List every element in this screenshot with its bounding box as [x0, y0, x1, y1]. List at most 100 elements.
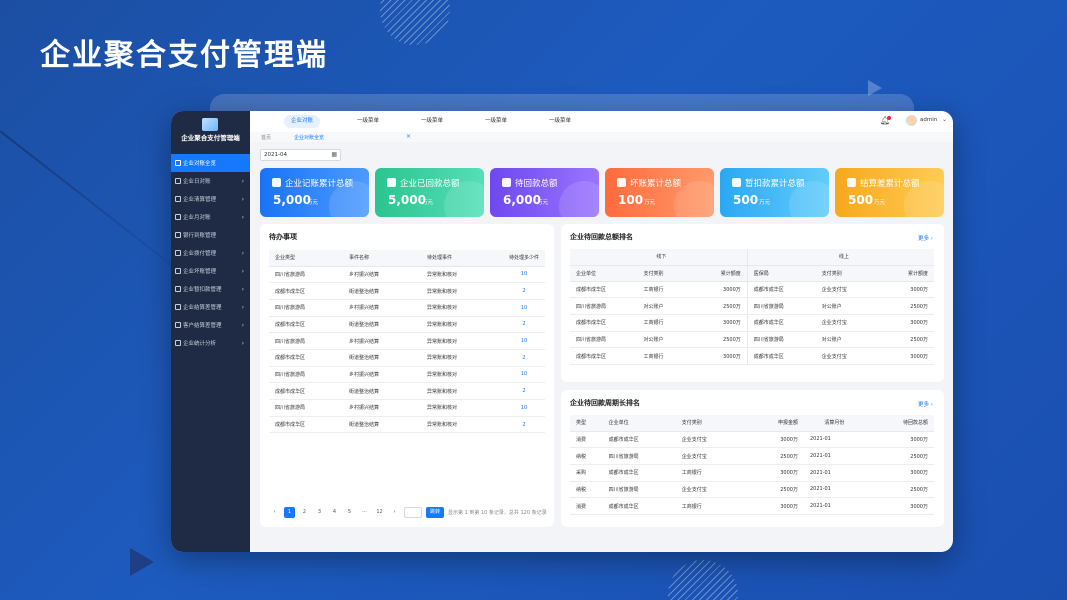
table-cell[interactable]: 10: [497, 299, 545, 317]
table-cell: 2021-01: [803, 497, 859, 515]
table-cell[interactable]: 10: [497, 332, 545, 350]
table-cell: 采购: [570, 464, 603, 482]
page-button[interactable]: 12: [374, 507, 385, 518]
table-cell: 异常账和核对: [421, 266, 497, 284]
sidebar-item-customer-diff[interactable]: 客户结算差管理 ›: [171, 316, 250, 334]
table-cell: 对公账户: [637, 297, 687, 315]
sidebar-item-withheld[interactable]: 企业暂扣款管理 ›: [171, 280, 250, 298]
table-cell: 企业支付宝: [815, 281, 874, 299]
next-page-button[interactable]: ›: [389, 507, 400, 518]
tab-menu-3[interactable]: 一级菜单: [478, 115, 514, 128]
table-cell: 乡村振兴结算: [343, 266, 421, 284]
table-cell: 异常账和核对: [421, 316, 497, 334]
table-cell[interactable]: 2: [497, 316, 545, 334]
prev-page-button[interactable]: ‹: [269, 507, 280, 518]
cycle-more-link[interactable]: 更多 ›: [918, 400, 933, 408]
table-cell: 2021-01: [803, 431, 859, 449]
user-name[interactable]: admin: [920, 117, 937, 123]
sidebar-item-monthly[interactable]: 企业月对账 ›: [171, 208, 250, 226]
stat-card-label: 坏账累计总额: [630, 179, 682, 189]
user-icon: [175, 322, 181, 328]
table-cell[interactable]: 10: [497, 366, 545, 384]
table-row: 成都市成华区 街道整治结算 异常账和核对 2: [269, 349, 545, 367]
sidebar-menu: 企业对账全览 企业日对账 › 企业清算管理 › 企业月对账 › 银行到账管理 企业拨付…: [171, 154, 250, 352]
table-row: 四川省旅游局 乡村振兴结算 异常账和核对 10: [269, 266, 545, 284]
table-cell[interactable]: 2: [497, 382, 545, 400]
sidebar-item-baddebt[interactable]: 企业坏账管理 ›: [171, 262, 250, 280]
ranking-more-link[interactable]: 更多 ›: [918, 234, 933, 242]
chevron-down-icon[interactable]: ⌄: [942, 116, 947, 123]
sidebar-item-stats[interactable]: 企业统计分析 ›: [171, 334, 250, 352]
table-cell[interactable]: 2: [497, 416, 545, 434]
table-cell: 乡村振兴结算: [343, 399, 421, 417]
sidebar-item-label: 企业拨付管理: [183, 251, 217, 257]
stat-card-value: 5,000: [273, 193, 311, 207]
table-cell: 企业支付宝: [675, 431, 739, 449]
sidebar-item-allocation[interactable]: 企业拨付管理 ›: [171, 244, 250, 262]
close-icon[interactable]: ×: [406, 133, 411, 140]
sidebar-item-bank[interactable]: 银行到账管理: [171, 226, 250, 244]
stat-card-received-total[interactable]: 企业已回款总额 5,000 万元: [375, 168, 484, 217]
breadcrumb-current[interactable]: 企业对账全览: [294, 134, 324, 141]
tab-menu-2[interactable]: 一级菜单: [414, 115, 450, 128]
sidebar-item-overview[interactable]: 企业对账全览: [171, 154, 250, 172]
calendar-icon: [175, 214, 181, 220]
table-cell: 3000万: [686, 347, 748, 365]
col-header: 企业类型: [269, 250, 343, 267]
page-jump-input[interactable]: [404, 506, 422, 518]
stat-card-settle-diff-total[interactable]: 结算差累计总额 500 万元: [835, 168, 944, 217]
ranking-table: 线下 线上 企业单位 支付类别 累计额度 医保局 支付类别 累计额度 成都市成华…: [570, 249, 934, 365]
sidebar-item-settle-diff[interactable]: 企业结算差管理 ›: [171, 298, 250, 316]
col-header: 医保局: [747, 265, 816, 282]
stat-card-baddebt-total[interactable]: 坏账累计总额 100 万元: [605, 168, 714, 217]
page-button[interactable]: 2: [299, 507, 310, 518]
tab-menu-4[interactable]: 一级菜单: [542, 115, 578, 128]
table-cell: 四川省旅游局: [570, 297, 638, 315]
sidebar-item-label: 企业暂扣款管理: [183, 287, 222, 293]
table-cell: 3000万: [686, 281, 748, 299]
table-row: 成都市成华区 工商银行 3000万 成都市成华区 企业支付宝 3000万: [570, 314, 934, 332]
table-cell: 街道整治结算: [343, 349, 421, 367]
stat-card-pending-total[interactable]: 待回款总额 6,000 万元: [490, 168, 599, 217]
table-cell: 成都市成华区: [269, 316, 343, 334]
col-header: 事件名称: [343, 250, 421, 267]
chevron-right-icon: ›: [241, 321, 244, 329]
table-cell: 工商银行: [637, 314, 687, 332]
col-header: 清算月份: [803, 415, 859, 432]
chevron-right-icon: ›: [241, 285, 244, 293]
cycle-panel: 企业待回款周期长排名 更多 › 类型 企业单位 支付类别 申报金额 清算月份 待…: [561, 390, 944, 527]
stat-card-booked-total[interactable]: 企业记账累计总额 5,000 万元: [260, 168, 369, 217]
col-header: 累计额度: [686, 265, 748, 282]
avatar[interactable]: [906, 115, 917, 126]
breadcrumb-home[interactable]: 首页: [261, 134, 271, 141]
table-cell[interactable]: 2: [497, 282, 545, 300]
col-header: 待回款总额: [858, 415, 934, 432]
tab-menu-1[interactable]: 一级菜单: [350, 115, 386, 128]
page-button[interactable]: 3: [314, 507, 325, 518]
table-cell[interactable]: 10: [497, 266, 545, 284]
stat-card-withheld-total[interactable]: 暂扣款累计总额 500 万元: [720, 168, 829, 217]
table-row: 成都市成华区 工商银行 3000万 成都市成华区 企业支付宝 3000万: [570, 347, 934, 365]
tab-enterprise-reconcile[interactable]: 企业对账: [284, 115, 321, 128]
table-cell: 3000万: [738, 497, 804, 515]
table-header: 类型 企业单位 支付类别 申报金额 清算月份 待回款总额: [570, 415, 934, 432]
table-cell[interactable]: 10: [497, 399, 545, 417]
table-cell: 3000万: [873, 314, 934, 332]
sidebar-item-label: 企业清算管理: [183, 197, 217, 203]
sidebar-item-label: 企业月对账: [183, 215, 211, 221]
table-cell: 2021-01: [803, 481, 859, 499]
table-cell: 乡村振兴结算: [343, 299, 421, 317]
breadcrumb: 首页 企业对账全览 ×: [250, 132, 953, 142]
chevron-right-icon: ›: [241, 303, 244, 311]
page-button[interactable]: 5: [344, 507, 355, 518]
table-cell: 成都市成华区: [747, 281, 816, 299]
document-icon: [847, 178, 856, 187]
page-jump-button[interactable]: 跳转: [426, 506, 444, 518]
page-button[interactable]: 1: [284, 506, 295, 518]
sidebar-item-daily[interactable]: 企业日对账 ›: [171, 172, 250, 190]
sidebar-item-clearing[interactable]: 企业清算管理 ›: [171, 190, 250, 208]
month-picker[interactable]: 2021-04 ▦: [260, 149, 341, 161]
table-cell[interactable]: 2: [497, 349, 545, 367]
page-button[interactable]: 4: [329, 507, 340, 518]
sidebar-item-label: 企业统计分析: [183, 341, 217, 347]
